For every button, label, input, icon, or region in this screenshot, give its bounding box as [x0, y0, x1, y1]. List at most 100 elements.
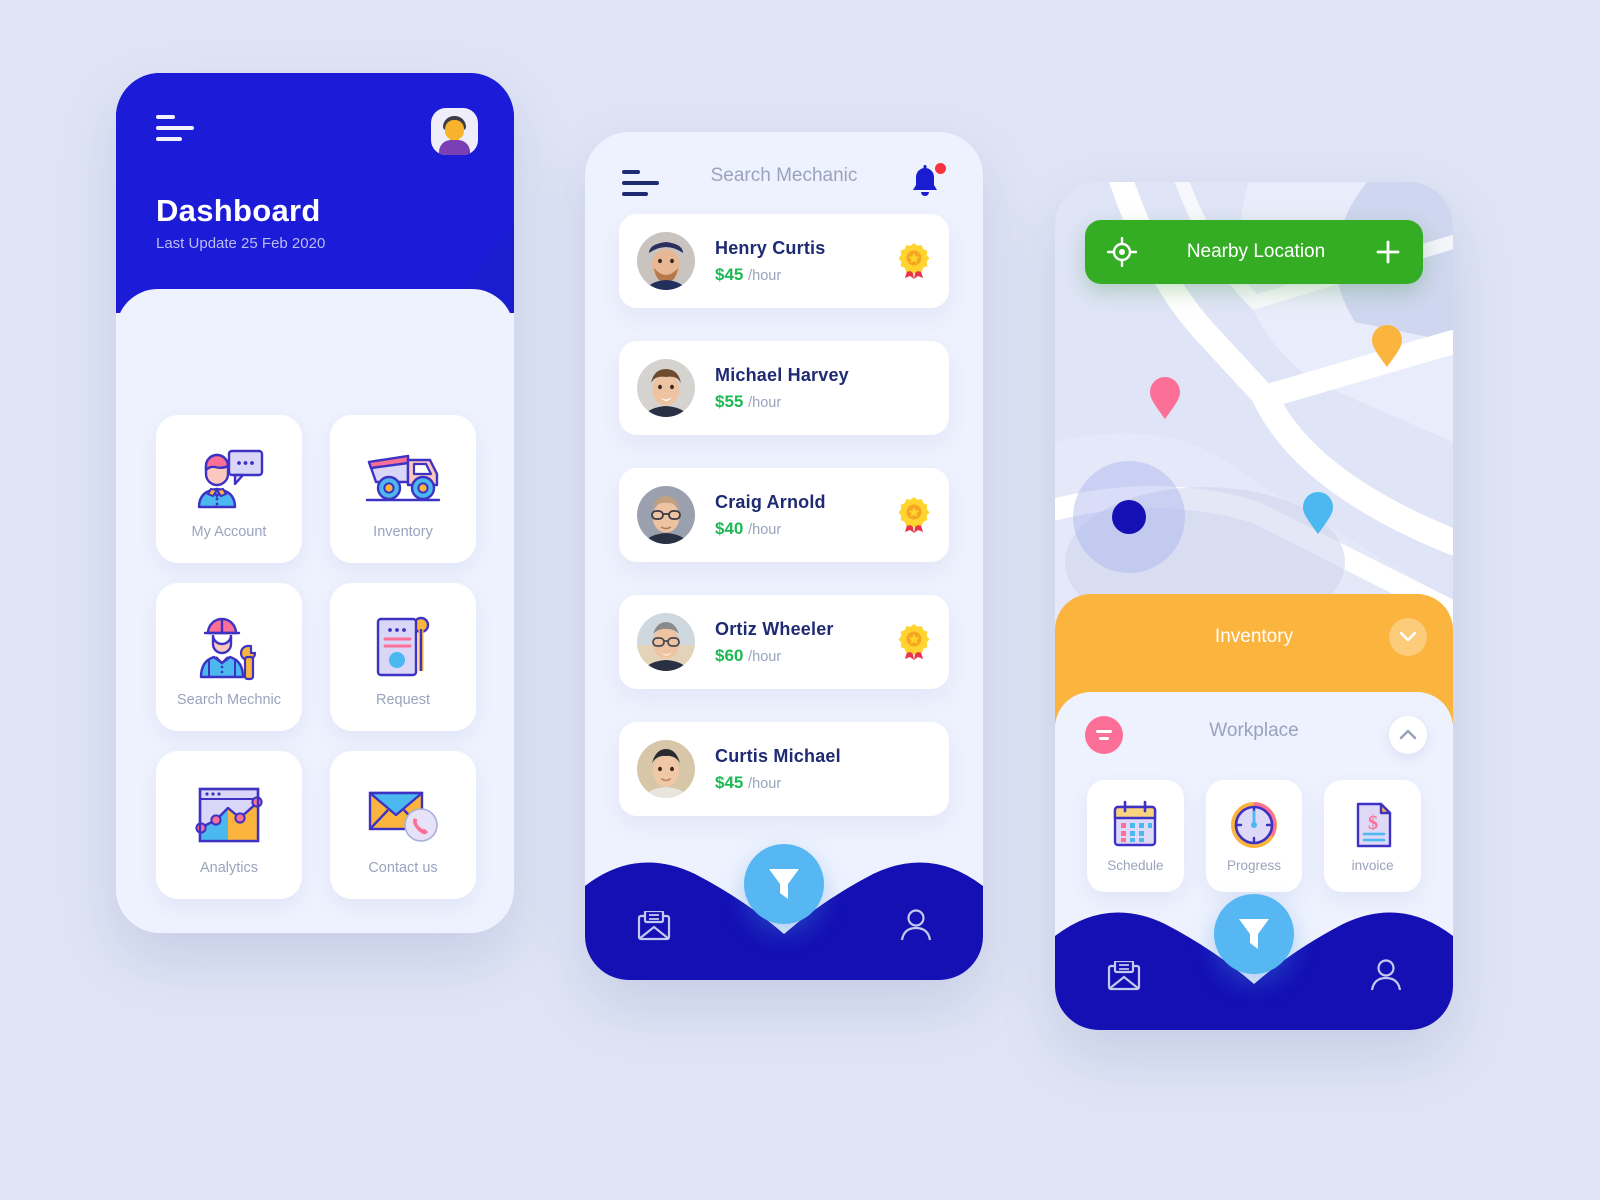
last-update-text: Last Update 25 Feb 2020 — [156, 235, 326, 252]
profile-person-icon[interactable] — [899, 909, 933, 946]
tile-request[interactable]: Request — [330, 583, 476, 731]
mechanic-info: Michael Harvey $55 /hour — [715, 365, 931, 412]
svg-text:$: $ — [1368, 812, 1378, 834]
blue-map-pin — [1303, 492, 1333, 534]
map-phone-screen: Nearby Location Inventory Workplace Sche… — [1055, 182, 1453, 1030]
filter-funnel-icon — [1239, 919, 1269, 949]
hamburger-icon[interactable] — [156, 115, 198, 148]
mail-envelope-icon[interactable] — [637, 909, 671, 946]
tile-analytics[interactable]: Analytics — [156, 751, 302, 899]
rate-unit: /hour — [748, 775, 782, 792]
page-title: Dashboard — [156, 193, 321, 228]
mail-envelope-icon[interactable] — [1107, 959, 1141, 996]
dashboard-tile-grid: My Account Inventory Search Mechnic Requ… — [156, 415, 476, 899]
crosshair-target-icon — [1107, 237, 1137, 267]
tile-search-mechnic[interactable]: Search Mechnic — [156, 583, 302, 731]
rate-unit: /hour — [748, 648, 782, 665]
mechanic-list-item[interactable]: Craig Arnold $40 /hour — [619, 468, 949, 562]
mechanic-list-item[interactable]: Curtis Michael $45 /hour — [619, 722, 949, 816]
notification-dot — [935, 163, 946, 174]
tile-label: My Account — [191, 524, 267, 540]
bottom-navigation-bar — [585, 834, 983, 980]
hamburger-line — [622, 192, 648, 196]
nearby-location-bar[interactable]: Nearby Location — [1085, 220, 1423, 284]
filter-funnel-icon — [769, 869, 799, 899]
mechanic-list-item[interactable]: Henry Curtis $45 /hour — [619, 214, 949, 308]
profile-person-icon[interactable] — [1369, 959, 1403, 996]
nearby-location-label: Nearby Location — [1186, 241, 1326, 262]
award-medal-icon — [897, 242, 931, 280]
hamburger-line — [156, 126, 194, 130]
rate-amount: $45 — [715, 264, 744, 284]
tile-my-account[interactable]: My Account — [156, 415, 302, 563]
notification-bell-button[interactable] — [909, 163, 946, 199]
filter-fab-button[interactable] — [744, 844, 824, 924]
mechanic-name: Curtis Michael — [715, 745, 841, 766]
rate-unit: /hour — [748, 267, 782, 284]
award-medal-icon — [897, 623, 931, 661]
filter-fab-button[interactable] — [1214, 894, 1294, 974]
rate-amount: $60 — [715, 645, 744, 665]
workplace-tile-schedule[interactable]: Schedule — [1087, 780, 1184, 892]
rate-unit: /hour — [748, 521, 782, 538]
chevron-down-icon[interactable] — [1389, 618, 1427, 656]
tile-label: Request — [375, 692, 430, 708]
workplace-tile-grid: Schedule Progress $ invoice — [1087, 780, 1422, 892]
mechanic-name: Craig Arnold — [715, 491, 826, 512]
tile-label: Contact us — [368, 860, 438, 876]
plus-icon — [1376, 240, 1400, 264]
envelope-phone-icon — [365, 774, 441, 856]
avatar — [637, 232, 695, 290]
mechanic-rate: $40 /hour — [715, 519, 897, 539]
mechanic-list-item[interactable]: Ortiz Wheeler $60 /hour — [619, 595, 949, 689]
calendar-icon — [1114, 800, 1157, 847]
tile-label: Schedule — [1107, 858, 1164, 873]
avatar — [637, 486, 695, 544]
workplace-tile-invoice[interactable]: $ invoice — [1324, 780, 1422, 892]
mechanic-name: Henry Curtis — [715, 237, 826, 258]
avatar — [637, 613, 695, 671]
mechanic-rate: $55 /hour — [715, 392, 931, 412]
account-person-chat-icon — [193, 438, 265, 520]
map-view[interactable]: Nearby Location — [1055, 182, 1453, 662]
mechanic-name: Michael Harvey — [715, 364, 849, 385]
mechanic-info: Craig Arnold $40 /hour — [715, 492, 897, 539]
mechanic-rate: $45 /hour — [715, 773, 931, 793]
tile-inventory[interactable]: Inventory — [330, 415, 476, 563]
tile-label: Search Mechnic — [177, 692, 281, 708]
mechanic-info: Ortiz Wheeler $60 /hour — [715, 619, 897, 666]
bottom-navigation-bar — [1055, 884, 1453, 1030]
tile-label: Progress — [1226, 858, 1282, 873]
avatar — [637, 740, 695, 798]
rate-unit: /hour — [748, 394, 782, 411]
chevron-up-icon[interactable] — [1389, 716, 1427, 754]
avatar — [637, 359, 695, 417]
rate-amount: $45 — [715, 772, 744, 792]
workplace-tile-progress[interactable]: Progress — [1205, 780, 1303, 892]
hamburger-line — [156, 137, 182, 141]
document-scroll-icon — [370, 606, 436, 688]
hamburger-line — [156, 115, 175, 119]
current-location-dot — [1112, 500, 1146, 534]
mechanic-list: Henry Curtis $45 /hour Michael Harvey $5… — [619, 214, 949, 849]
dashboard-content-panel: My Account Inventory Search Mechnic Requ… — [116, 289, 514, 933]
line-chart-icon — [194, 774, 264, 856]
mechanic-rate: $45 /hour — [715, 265, 897, 285]
dashboard-phone-screen: Dashboard Last Update 25 Feb 2020 My Acc… — [116, 73, 514, 933]
inventory-label: Inventory — [1214, 626, 1294, 647]
pink-map-pin — [1150, 377, 1180, 419]
mechanic-rate: $60 /hour — [715, 646, 897, 666]
orange-map-pin — [1372, 325, 1402, 367]
tile-label: Analytics — [199, 860, 259, 876]
tile-label: Inventory — [373, 524, 433, 540]
award-medal-icon — [897, 496, 931, 534]
mechanic-wrench-icon — [196, 606, 262, 688]
avatar-shirt — [439, 140, 470, 155]
mechanic-name: Ortiz Wheeler — [715, 618, 834, 639]
user-avatar[interactable] — [431, 108, 478, 155]
mechanic-list-item[interactable]: Michael Harvey $55 /hour — [619, 341, 949, 435]
tile-contact-us[interactable]: Contact us — [330, 751, 476, 899]
mechanic-info: Curtis Michael $45 /hour — [715, 746, 931, 793]
tile-label: invoice — [1351, 858, 1394, 873]
rate-amount: $55 — [715, 391, 744, 411]
